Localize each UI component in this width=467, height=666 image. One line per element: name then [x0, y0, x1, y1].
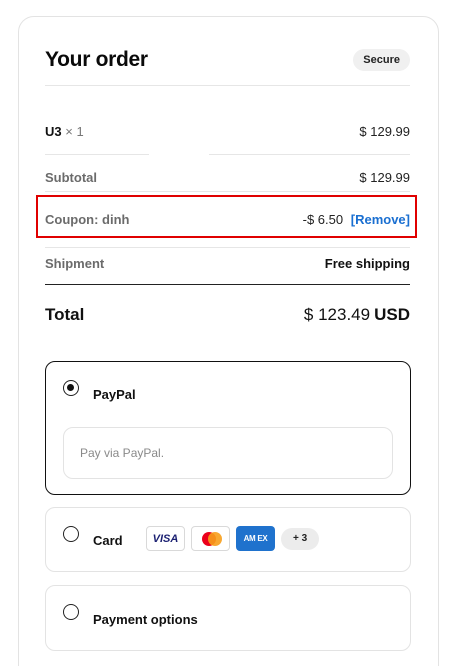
- total-label: Total: [45, 305, 85, 324]
- card-logos: VISA AM EX + 3: [146, 526, 320, 551]
- payment-option-card[interactable]: Card VISA AM EX + 3: [45, 507, 411, 572]
- divider: [45, 284, 410, 285]
- amex-logo: AM EX: [236, 526, 275, 551]
- payment-option-other[interactable]: Payment options: [45, 585, 411, 651]
- shipment-value: Free shipping: [324, 255, 410, 271]
- card-radio[interactable]: [63, 526, 79, 542]
- paypal-label: PayPal: [93, 387, 136, 402]
- visa-logo: VISA: [146, 526, 185, 551]
- paypal-description: Pay via PayPal.: [63, 427, 393, 479]
- divider: [45, 247, 410, 248]
- total-value: $ 123.49: [303, 305, 371, 324]
- subtotal-value: $ 129.99: [359, 169, 410, 185]
- total-currency: USD: [374, 305, 410, 324]
- order-item-row: U3 × 1 $ 129.99: [45, 121, 410, 141]
- divider: [45, 85, 410, 86]
- divider: [45, 191, 410, 192]
- card-label: Card: [93, 533, 123, 548]
- more-cards-badge: + 3: [281, 527, 320, 550]
- mastercard-logo: [191, 526, 230, 551]
- shipment-row: Shipment Free shipping: [45, 253, 410, 273]
- divider: [45, 154, 149, 155]
- subtotal-label: Subtotal: [45, 169, 97, 185]
- product-name-qty: U3 × 1: [45, 124, 84, 139]
- total-row: Total $ 123.49 USD: [45, 303, 410, 327]
- product-qty: × 1: [65, 123, 84, 139]
- order-header: Your order Secure: [45, 43, 410, 77]
- product-price: $ 129.99: [359, 123, 410, 139]
- coupon-highlight-box: [36, 195, 417, 238]
- order-title: Your order: [45, 48, 148, 71]
- total-amount: $ 123.49 USD: [304, 305, 410, 325]
- payment-options-radio[interactable]: [63, 604, 79, 620]
- payment-options-label: Payment options: [93, 612, 198, 627]
- paypal-radio[interactable]: [63, 380, 79, 396]
- product-name: U3: [45, 123, 62, 139]
- secure-badge: Secure: [353, 49, 410, 71]
- subtotal-row: Subtotal $ 129.99: [45, 167, 410, 187]
- payment-option-paypal[interactable]: PayPal Pay via PayPal.: [45, 361, 411, 495]
- divider: [209, 154, 410, 155]
- shipment-label: Shipment: [45, 255, 105, 271]
